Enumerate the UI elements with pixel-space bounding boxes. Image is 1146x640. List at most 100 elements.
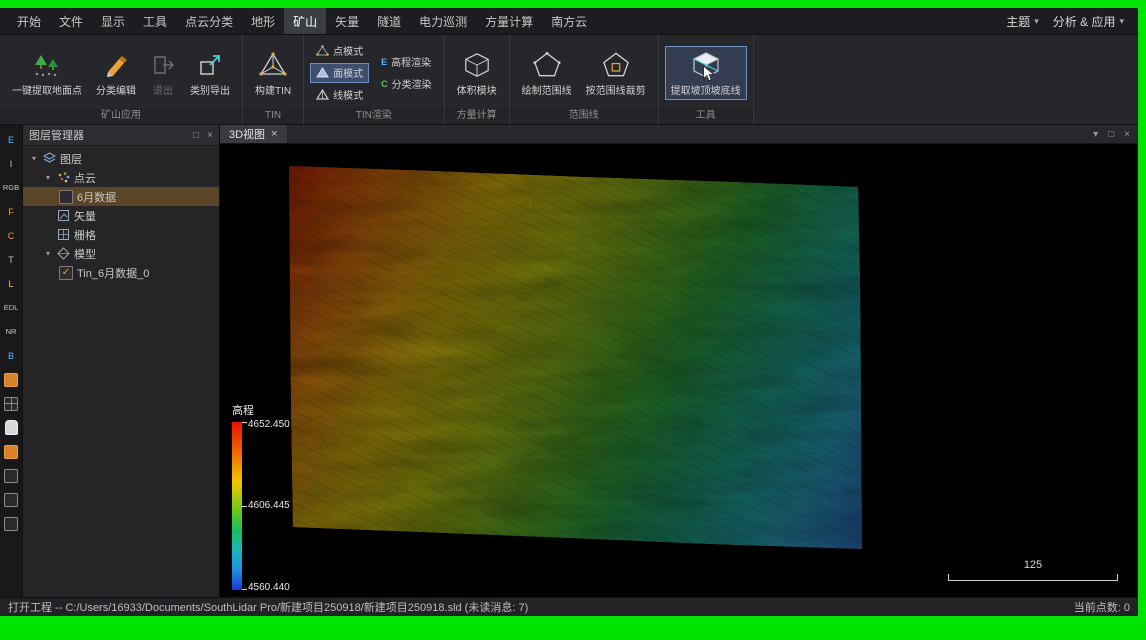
tree-row-june-data[interactable]: 6月数据: [23, 187, 219, 206]
panel-title: 图层管理器: [29, 127, 193, 143]
draw-boundary-button[interactable]: 绘制范围线: [516, 46, 578, 100]
legend-mid-value: 4606.445: [248, 500, 290, 511]
menu-tab-volume[interactable]: 方量计算: [476, 8, 542, 35]
menu-tab-start[interactable]: 开始: [8, 8, 50, 35]
legend-min-value: 4560.440: [248, 582, 290, 593]
class-render-button[interactable]: C 分类渲染: [375, 74, 438, 94]
menubar-right: 主题 ▾ 分析 & 应用 ▾: [1006, 13, 1130, 30]
analysis-apps-menu[interactable]: 分析 & 应用 ▾: [1053, 13, 1124, 30]
status-point-count: 当前点数: 0: [1074, 599, 1130, 615]
menu-tab-display[interactable]: 显示: [92, 8, 134, 35]
render-mode-toolbar: E I RGB F C T L EDL NR B: [0, 125, 23, 597]
blend-mode-button[interactable]: B: [1, 346, 21, 365]
layer-visibility-checkbox[interactable]: ✓: [59, 266, 73, 280]
tree-row-vector[interactable]: 矢量: [23, 206, 219, 225]
f-mode-button[interactable]: F: [1, 202, 21, 221]
layer-manager-panel: 图层管理器 □ × ▾ 图层: [23, 125, 220, 597]
point-mode-button[interactable]: 点模式: [310, 41, 369, 61]
tab-list-dropdown-icon[interactable]: ▾: [1093, 129, 1098, 140]
viewport-tabbar: 3D视图 × ▾ □ ×: [220, 125, 1138, 144]
menu-tab-terrain[interactable]: 地形: [242, 8, 284, 35]
elevation-render-button[interactable]: E 高程渲染: [375, 52, 438, 72]
box-tool-button-2[interactable]: [1, 490, 21, 509]
extract-slope-lines-button[interactable]: 提取坡顶坡底线: [665, 46, 747, 100]
chevron-down-icon: ▾: [1034, 16, 1039, 27]
ribbon-group-boundary: 绘制范围线 按范围线裁剪 范围线: [510, 35, 659, 124]
menu-tab-southcloud[interactable]: 南方云: [542, 8, 596, 35]
menu-tab-mining[interactable]: 矿山: [284, 8, 326, 35]
group-label-boundary: 范围线: [510, 108, 658, 124]
tree-row-tin-june-data[interactable]: ✓ Tin_6月数据_0: [23, 263, 219, 282]
draw-boundary-icon: [533, 51, 561, 79]
edl-mode-button[interactable]: EDL: [1, 298, 21, 317]
group-label-tin-render: TIN渲染: [304, 108, 444, 124]
clip-by-boundary-button[interactable]: 按范围线裁剪: [580, 46, 652, 100]
rgb-mode-button[interactable]: RGB: [1, 178, 21, 197]
close-tab-icon[interactable]: ×: [271, 128, 277, 140]
classify-edit-button[interactable]: 分类编辑: [90, 46, 142, 100]
menu-tab-powerline[interactable]: 电力巡测: [410, 8, 476, 35]
group-label-mining-apps: 矿山应用: [0, 108, 242, 124]
float-view-icon[interactable]: □: [1108, 129, 1114, 140]
elevation-render-icon: E: [381, 57, 387, 67]
theme-menu[interactable]: 主题 ▾: [1006, 13, 1039, 30]
menu-tab-vector[interactable]: 矢量: [326, 8, 368, 35]
scale-bar: 125: [948, 559, 1118, 581]
box-tool-icon: [4, 517, 18, 531]
tree-row-layers-root[interactable]: ▾ 图层: [23, 149, 219, 168]
nr-mode-button[interactable]: NR: [1, 322, 21, 341]
ribbon-group-mining-apps: 一键提取地面点 分类编辑: [0, 35, 243, 124]
float-panel-icon[interactable]: □: [193, 130, 199, 141]
close-panel-icon[interactable]: ×: [207, 130, 213, 141]
close-view-icon[interactable]: ×: [1124, 129, 1130, 140]
l-mode-button[interactable]: L: [1, 274, 21, 293]
t-mode-button[interactable]: T: [1, 250, 21, 269]
menu-tab-tools[interactable]: 工具: [134, 8, 176, 35]
viewport: 3D视图 × ▾ □ ×: [220, 125, 1138, 597]
tab-3d-view[interactable]: 3D视图 ×: [220, 125, 287, 143]
volume-module-button[interactable]: 体积模块: [451, 46, 503, 100]
layer-visibility-checkbox[interactable]: [59, 190, 73, 204]
menu-tab-pointcloud-classify[interactable]: 点云分类: [176, 8, 242, 35]
status-project-path: 打开工程 -- C:/Users/16933/Documents/SouthLi…: [8, 599, 528, 615]
tree-row-pointcloud[interactable]: ▾ 点云: [23, 168, 219, 187]
elevation-legend: 高程 4652.450 4606.445 4560.440: [230, 402, 330, 590]
classify-edit-icon: [103, 51, 129, 79]
class-render-icon: C: [381, 79, 388, 89]
expander-icon[interactable]: ▾: [43, 173, 53, 182]
tree-row-model[interactable]: ▾ 模型: [23, 244, 219, 263]
ribbon-group-tools: 提取坡顶坡底线 工具: [659, 35, 754, 124]
classification-mode-button[interactable]: C: [1, 226, 21, 245]
intensity-mode-button[interactable]: I: [1, 154, 21, 173]
menu-tab-file[interactable]: 文件: [50, 8, 92, 35]
terrain-pointcloud[interactable]: [282, 160, 882, 560]
exit-button: 退出: [144, 46, 182, 100]
mouse-cursor-icon: [702, 65, 715, 82]
elevation-mode-button[interactable]: E: [1, 130, 21, 149]
model-icon: [57, 247, 70, 260]
layers-icon: [43, 152, 56, 165]
tree-row-raster[interactable]: 栅格: [23, 225, 219, 244]
class-export-button[interactable]: 类别导出: [184, 46, 236, 100]
expander-icon[interactable]: ▾: [43, 249, 53, 258]
clip-by-boundary-icon: [602, 51, 630, 79]
box-tool-button-3[interactable]: [1, 514, 21, 533]
vector-icon: [57, 209, 70, 222]
line-mode-button[interactable]: 线模式: [310, 85, 369, 105]
expander-icon[interactable]: ▾: [29, 154, 39, 163]
menu-tab-tunnel[interactable]: 隧道: [368, 8, 410, 35]
menubar: 开始 文件 显示 工具 点云分类 地形 矿山 矢量 隧道 电力巡测 方量计算 南…: [0, 8, 1138, 34]
box-tool-button-1[interactable]: [1, 466, 21, 485]
scale-bar-value: 125: [948, 559, 1118, 571]
build-tin-button[interactable]: 构建TIN: [249, 46, 297, 100]
main-area: E I RGB F C T L EDL NR B 图层管理器 □ ×: [0, 125, 1138, 597]
render-canvas[interactable]: 高程 4652.450 4606.445 4560.440 125: [220, 144, 1138, 597]
pan-tool-button[interactable]: [1, 418, 21, 437]
orange-box-tool-button[interactable]: [1, 442, 21, 461]
statusbar: 打开工程 -- C:/Users/16933/Documents/SouthLi…: [0, 597, 1138, 616]
extract-ground-points-button[interactable]: 一键提取地面点: [6, 46, 88, 100]
scale-bar-line: [948, 574, 1118, 581]
grid-tool-button[interactable]: [1, 394, 21, 413]
face-mode-button[interactable]: 面模式: [310, 63, 369, 83]
brush-tool-button[interactable]: [1, 370, 21, 389]
